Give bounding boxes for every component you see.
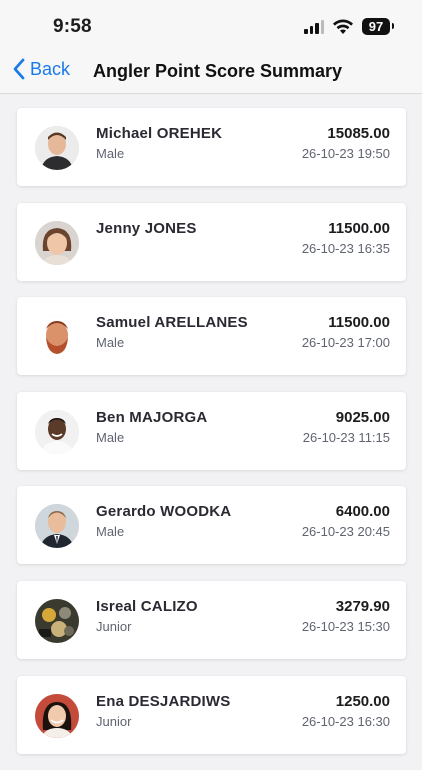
score-datetime: 26-10-23 16:35 — [301, 240, 390, 256]
angler-category: Male — [96, 429, 125, 445]
score-datetime: 26-10-23 11:15 — [302, 429, 390, 445]
angler-score: 11500.00 — [328, 314, 390, 332]
avatar — [35, 315, 79, 360]
score-datetime: 26-10-23 17:00 — [301, 335, 390, 351]
angler-name: Michael OREHEK — [96, 125, 223, 142]
navigation-bar: Back Angler Point Score Summary — [0, 50, 422, 94]
angler-category: Junior — [96, 618, 132, 634]
list-item[interactable]: Isreal CALIZO Junior 3279.90 26-10-23 15… — [17, 580, 406, 659]
angler-name: Ena DESJARDIWS — [96, 692, 231, 710]
list-item[interactable]: Samuel ARELLANES Male 11500.00 26-10-23 … — [17, 297, 406, 376]
score-datetime: 26-10-23 15:30 — [301, 618, 390, 634]
avatar — [35, 504, 79, 549]
avatar — [35, 693, 79, 738]
chevron-left-icon — [13, 58, 25, 80]
angler-name: Isreal CALIZO — [96, 597, 198, 615]
angler-score: 6400.00 — [335, 503, 390, 521]
cellular-signal-icon — [304, 19, 324, 34]
avatar — [35, 409, 79, 454]
score-datetime: 26-10-23 20:45 — [301, 524, 390, 540]
list-item[interactable]: Jenny JONES 11500.00 26-10-23 16:35 — [17, 202, 406, 281]
back-button[interactable]: Back — [12, 58, 70, 80]
score-datetime: 26-10-23 16:30 — [301, 713, 390, 729]
angler-score: 15085.00 — [327, 125, 390, 142]
avatar — [35, 220, 79, 265]
battery-icon: 97 — [362, 18, 394, 35]
list-item[interactable]: Ben MAJORGA Male 9025.00 26-10-23 11:15 — [17, 391, 406, 470]
angler-category: Male — [96, 146, 125, 161]
score-datetime: 26-10-23 19:50 — [301, 146, 390, 161]
angler-category: Male — [96, 335, 125, 351]
angler-name: Ben MAJORGA — [96, 408, 208, 426]
page-title: Angler Point Score Summary — [93, 61, 343, 81]
angler-name: Samuel ARELLANES — [96, 314, 248, 332]
angler-score: 11500.00 — [328, 219, 390, 237]
angler-score: 3279.90 — [335, 597, 390, 615]
back-label: Back — [30, 58, 71, 79]
list-item[interactable]: Ena DESJARDIWS Junior 1250.00 26-10-23 1… — [17, 675, 406, 754]
avatar — [35, 126, 79, 170]
list-item[interactable]: Michael OREHEK Male 15085.00 26-10-23 19… — [17, 108, 406, 186]
score-list: Michael OREHEK Male 15085.00 26-10-23 19… — [17, 108, 406, 770]
avatar — [35, 598, 79, 643]
list-item[interactable]: Gerardo WOODKA Male 6400.00 26-10-23 20:… — [17, 486, 406, 565]
angler-category: Junior — [96, 713, 132, 729]
angler-score: 1250.00 — [335, 692, 390, 710]
status-time: 9:58 — [53, 16, 92, 37]
status-bar: 9:58 97 — [0, 0, 422, 50]
angler-score: 9025.00 — [335, 408, 390, 426]
angler-name: Jenny JONES — [96, 219, 197, 237]
angler-category: Male — [96, 524, 125, 540]
wifi-icon — [333, 19, 353, 34]
angler-name: Gerardo WOODKA — [96, 503, 232, 521]
status-icons: 97 — [304, 18, 394, 35]
